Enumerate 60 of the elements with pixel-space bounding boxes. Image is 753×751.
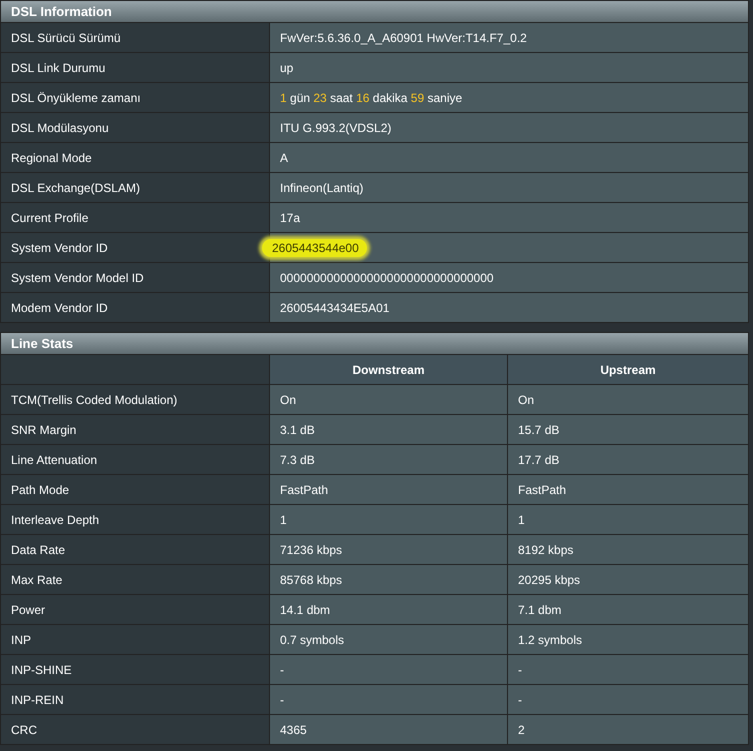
column-header: Upstream	[507, 355, 748, 384]
value-text: A	[280, 150, 288, 164]
table-cell: 17.7 dB	[507, 445, 748, 474]
table-cell: 15.7 dB	[507, 415, 748, 444]
row-label: Data Rate	[1, 535, 269, 564]
row-label: CRC	[1, 715, 269, 744]
table-cell: -	[269, 655, 507, 684]
table-cell: On	[507, 385, 748, 414]
table-cell: FastPath	[507, 475, 748, 504]
row-label: Interleave Depth	[1, 505, 269, 534]
table-cell: 1.2 symbols	[507, 625, 748, 654]
table-cell: 14.1 dbm	[269, 595, 507, 624]
row-label: DSL Önyükleme zamanı	[1, 83, 269, 112]
table-cell: FastPath	[269, 475, 507, 504]
table-cell: 1	[269, 505, 507, 534]
table-cell: 3.1 dB	[269, 415, 507, 444]
table-cell: 8192 kbps	[507, 535, 748, 564]
row-label: INP-REIN	[1, 685, 269, 714]
table-cell: 71236 kbps	[269, 535, 507, 564]
value-text: ITU G.993.2(VDSL2)	[280, 120, 392, 134]
row-label: DSL Link Durumu	[1, 53, 269, 82]
table-cell: -	[269, 685, 507, 714]
row-label: System Vendor Model ID	[1, 263, 269, 292]
table-cell: 20295 kbps	[507, 565, 748, 594]
table-cell: 2	[507, 715, 748, 744]
value-text: 00000000000000000000000000000000	[280, 270, 494, 284]
table-cell: 0.7 symbols	[269, 625, 507, 654]
row-label: INP	[1, 625, 269, 654]
row-label: System Vendor ID	[1, 233, 269, 262]
row-label: Modem Vendor ID	[1, 293, 269, 322]
row-label: DSL Sürücü Sürümü	[1, 23, 269, 52]
value-text: 1 gün 23 saat 16 dakika 59 saniye	[280, 90, 462, 104]
row-label: Regional Mode	[1, 143, 269, 172]
value-text: 17a	[280, 210, 300, 224]
row-label: TCM(Trellis Coded Modulation)	[1, 385, 269, 414]
table-cell: -	[507, 685, 748, 714]
column-header: Downstream	[269, 355, 507, 384]
value-text: 26005443434E5A01	[280, 300, 390, 314]
highlighted-value: 2605443544e00	[262, 238, 367, 256]
value-text: FwVer:5.6.36.0_A_A60901 HwVer:T14.F7_0.2	[280, 30, 527, 44]
row-label: Power	[1, 595, 269, 624]
table-cell: On	[269, 385, 507, 414]
row-label: SNR Margin	[1, 415, 269, 444]
row-label: Path Mode	[1, 475, 269, 504]
table-cell: 7.3 dB	[269, 445, 507, 474]
row-label: INP-SHINE	[1, 655, 269, 684]
table-cell: -	[507, 655, 748, 684]
section-title: DSL Information	[1, 1, 748, 23]
table-cell: 1	[507, 505, 748, 534]
table-cell: 85768 kbps	[269, 565, 507, 594]
row-label: DSL Exchange(DSLAM)	[1, 173, 269, 202]
value-text: Infineon(Lantiq)	[280, 180, 364, 194]
row-label: Current Profile	[1, 203, 269, 232]
row-label: DSL Modülasyonu	[1, 113, 269, 142]
row-label: Line Attenuation	[1, 445, 269, 474]
section-title: Line Stats	[1, 333, 748, 355]
row-label: Max Rate	[1, 565, 269, 594]
table-cell: 7.1 dbm	[507, 595, 748, 624]
value-text: up	[280, 60, 294, 74]
table-cell: 4365	[269, 715, 507, 744]
